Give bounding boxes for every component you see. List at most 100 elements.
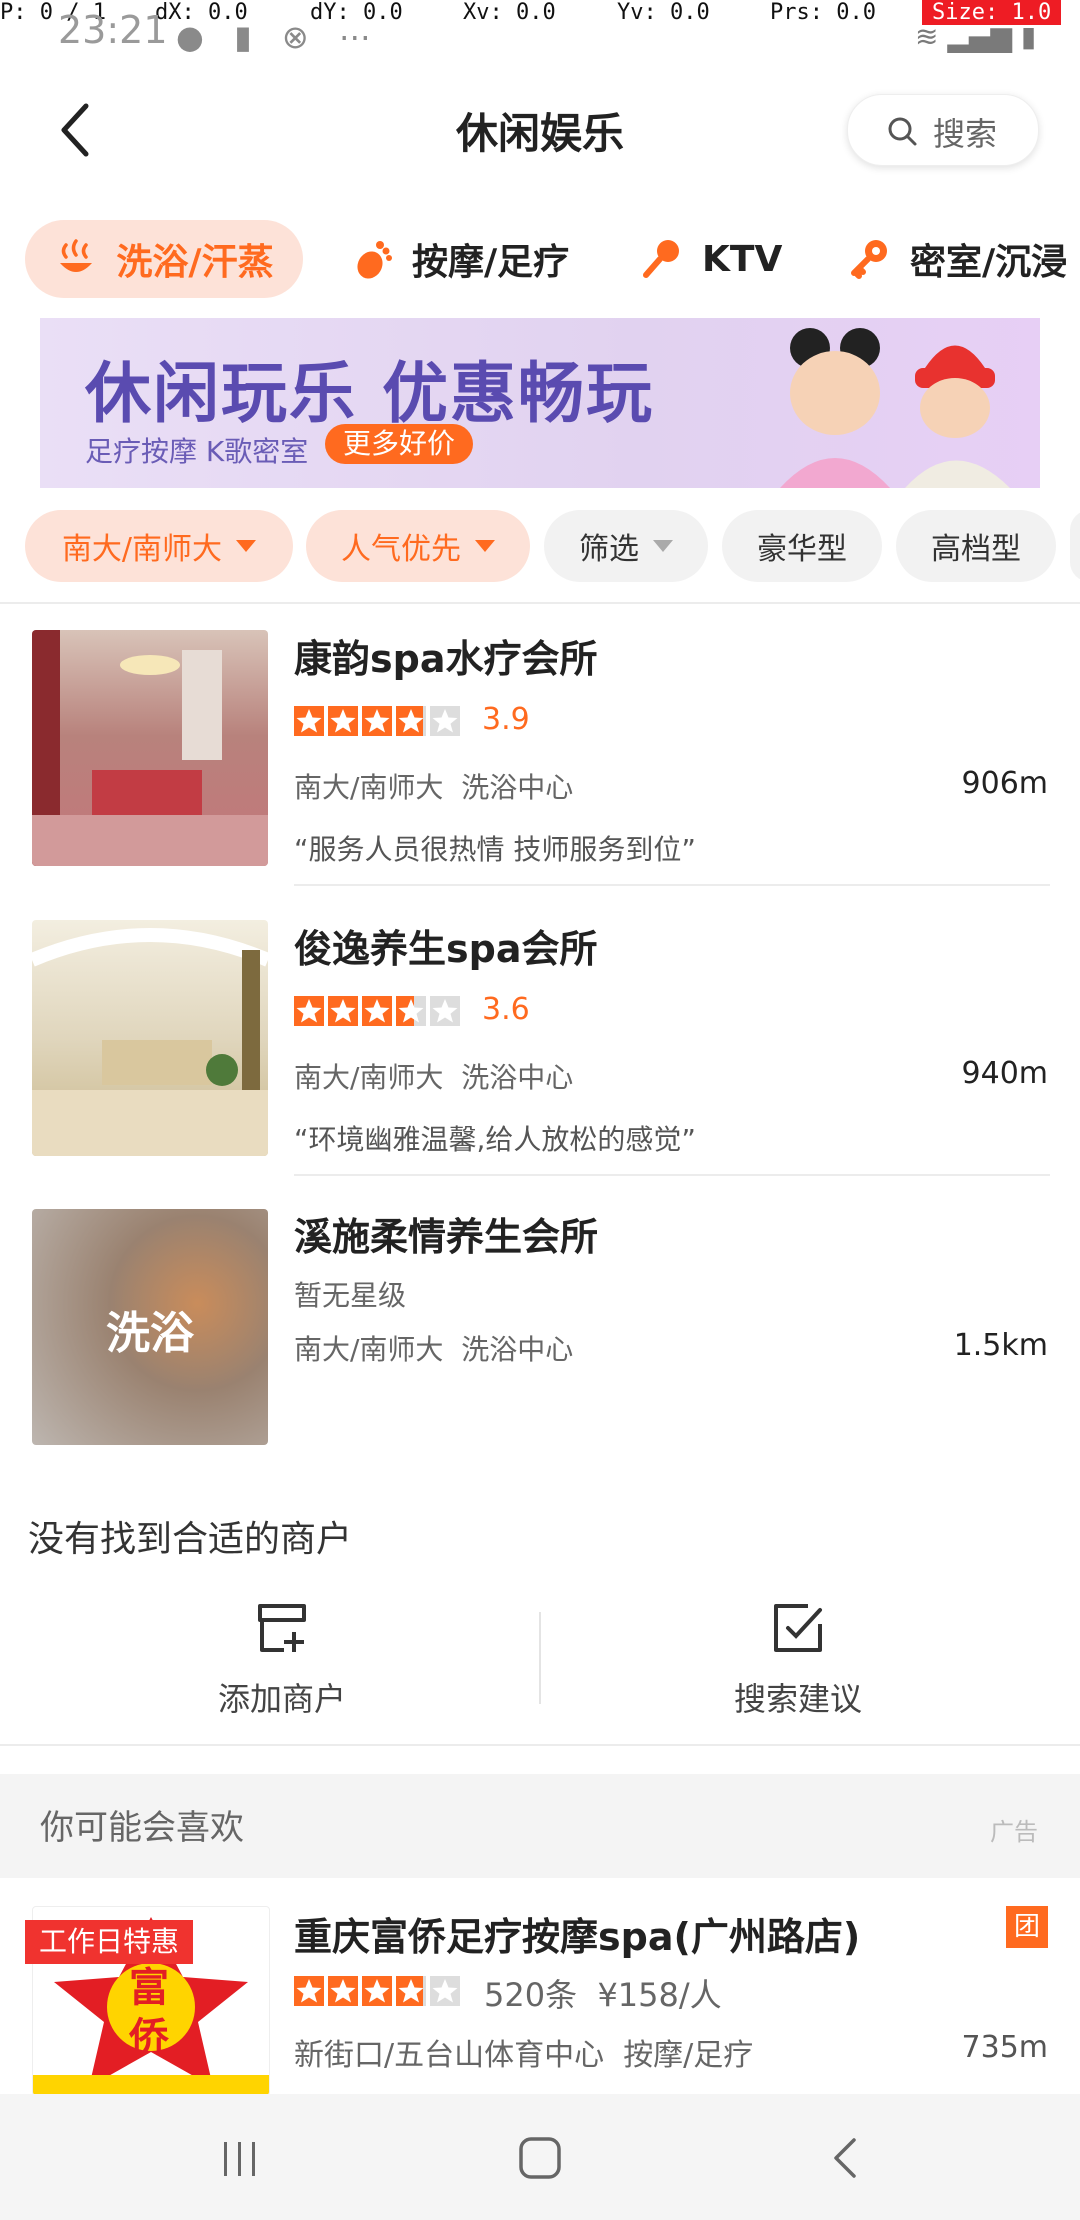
promo-banner[interactable]: 休闲玩乐 优惠畅玩 足疗按摩 K歌密室 更多好价 <box>40 318 1040 488</box>
star-icon <box>294 996 324 1026</box>
edit-check-icon <box>774 1604 822 1652</box>
star-icon <box>328 996 358 1026</box>
divider <box>0 602 1080 604</box>
filter-more[interactable] <box>1070 510 1080 582</box>
star-icon <box>430 996 460 1026</box>
search-suggestion-button[interactable]: 搜索建议 <box>648 1600 948 1720</box>
dropdown-arrow-icon <box>653 540 673 552</box>
business-photo <box>32 630 268 866</box>
star-rating <box>294 996 464 1026</box>
category-text: 洗浴中心 <box>461 771 574 804</box>
filter-label: 豪华型 <box>757 532 847 567</box>
filter-label: 南大/南师大 <box>61 532 223 567</box>
distance: 735m <box>961 2030 1048 2065</box>
price: ¥158/人 <box>597 1976 722 2014</box>
star-icon <box>328 1976 358 2006</box>
star-icon <box>362 996 392 1026</box>
category-text: 按摩/足疗 <box>623 2038 754 2073</box>
rating-score: 3.9 <box>482 702 530 737</box>
banner-cta[interactable]: 更多好价 <box>325 424 474 464</box>
ad-label: 广告 <box>990 1818 1038 1846</box>
distance: 906m <box>961 766 1048 801</box>
recent-apps-icon[interactable] <box>220 2138 260 2178</box>
star-icon <box>362 1976 392 2006</box>
divider <box>294 1174 1050 1176</box>
business-meta: 南大/南师大 洗浴中心 <box>294 1056 573 1096</box>
rating-score: 3.6 <box>482 992 530 1027</box>
tab-label: 按摩/足疗 <box>412 242 570 283</box>
banner-characters-illustration <box>780 328 1010 488</box>
area-text: 南大/南师大 <box>294 1061 444 1094</box>
reviews-price: 520条 ¥158/人 <box>484 1970 722 2016</box>
no-match-title: 没有找到合适的商户 <box>28 1519 353 1560</box>
distance: 1.5km <box>953 1328 1048 1363</box>
debug-prs: Prs: 0.0 <box>770 0 876 25</box>
star-icon <box>430 706 460 736</box>
business-name: 康韵spa水疗会所 <box>294 637 598 681</box>
star-icon <box>396 706 426 736</box>
status-clock: 23:21 <box>58 8 168 52</box>
area-text: 南大/南师大 <box>294 1333 444 1366</box>
add-store-icon <box>258 1604 306 1652</box>
star-icon <box>362 706 392 736</box>
tab-massage[interactable]: 按摩/足疗 <box>350 220 569 298</box>
group-buy-badge: 团 <box>1006 1906 1048 1948</box>
filter-label: 筛选 <box>579 532 639 567</box>
add-merchant-button[interactable]: 添加商户 <box>132 1600 432 1720</box>
filter-label: 人气优先 <box>341 532 461 567</box>
star-icon <box>294 1976 324 2006</box>
logo-text: 侨 <box>129 2015 169 2061</box>
tab-escape-room[interactable]: 密室/沉浸 <box>848 220 1067 298</box>
review-count: 520条 <box>484 1976 578 2014</box>
back-nav-icon[interactable] <box>826 2136 866 2180</box>
thumb-label: 洗浴 <box>106 1308 194 1359</box>
dropdown-arrow-icon <box>236 540 257 552</box>
home-icon[interactable] <box>518 2136 562 2180</box>
search-suggestion-label: 搜索建议 <box>733 1680 862 1718</box>
filter-high-end[interactable]: 高档型 <box>896 510 1056 582</box>
banner-subtitle: 足疗按摩 K歌密室 <box>85 435 309 468</box>
tab-bath[interactable]: 洗浴/汗蒸 <box>25 220 303 298</box>
star-icon <box>396 996 426 1026</box>
area-text: 南大/南师大 <box>294 771 444 804</box>
star-rating <box>294 706 464 736</box>
divider <box>0 1744 1080 1746</box>
business-name: 重庆富侨足疗按摩spa(广州路店) <box>294 1915 861 1959</box>
business-meta: 新街口/五台山体育中心 按摩/足疗 <box>294 2030 753 2074</box>
filter-area[interactable]: 南大/南师大 <box>25 510 293 582</box>
review-quote: “环境幽雅温馨,给人放松的感觉” <box>294 1123 696 1156</box>
debug-xv: Xv: 0.0 <box>463 0 556 25</box>
add-merchant-label: 添加商户 <box>217 1680 346 1718</box>
category-text: 洗浴中心 <box>461 1333 574 1366</box>
microphone-icon <box>643 240 679 278</box>
system-nav-bar <box>0 2094 1080 2220</box>
business-meta: 南大/南师大 洗浴中心 <box>294 1328 573 1368</box>
filter-luxury[interactable]: 豪华型 <box>722 510 882 582</box>
tab-label: 洗浴/汗蒸 <box>116 242 274 283</box>
foot-icon <box>357 241 392 279</box>
star-icon <box>396 1976 426 2006</box>
area-text: 新街口/五台山体育中心 <box>294 2038 605 2073</box>
business-name: 溪施柔情养生会所 <box>294 1215 599 1259</box>
business-photo <box>32 920 268 1156</box>
search-button[interactable]: 搜索 <box>847 94 1039 166</box>
tab-ktv[interactable]: KTV <box>640 220 782 298</box>
divider <box>294 884 1050 886</box>
filter-sort[interactable]: 人气优先 <box>306 510 530 582</box>
divider <box>539 1612 541 1704</box>
notification-icons: ● ▮ ⊗ ⋯ <box>176 18 381 56</box>
filter-options[interactable]: 筛选 <box>544 510 708 582</box>
filter-label: 高档型 <box>931 532 1021 567</box>
tab-label: 密室/沉浸 <box>910 242 1068 283</box>
debug-yv: Yv: 0.0 <box>617 0 710 25</box>
search-label: 搜索 <box>933 115 998 153</box>
banner-headline: 休闲玩乐 优惠畅玩 <box>85 355 654 432</box>
business-name: 俊逸养生spa会所 <box>294 927 598 971</box>
no-rating-text: 暂无星级 <box>294 1279 407 1312</box>
review-quote: “服务人员很热情 技师服务到位” <box>294 833 696 866</box>
distance: 940m <box>961 1056 1048 1091</box>
signal-battery-icon: ≋ ▂▄▆ ▮ <box>915 20 1037 53</box>
star-icon <box>328 706 358 736</box>
search-icon <box>888 117 917 146</box>
recommend-title: 你可能会喜欢 <box>40 1808 244 1848</box>
